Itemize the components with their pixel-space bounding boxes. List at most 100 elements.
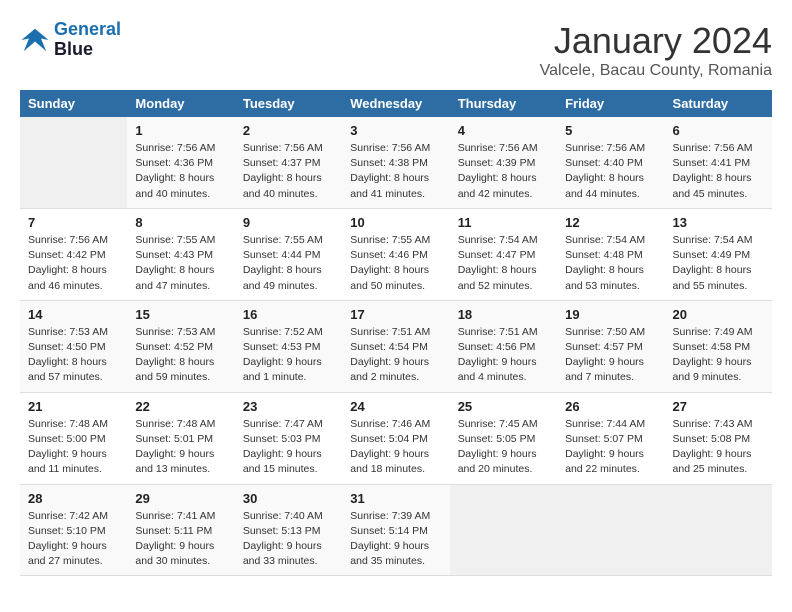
day-number: 16	[243, 307, 334, 322]
day-info: Sunrise: 7:53 AMSunset: 4:52 PMDaylight:…	[135, 325, 226, 386]
day-info: Sunrise: 7:42 AMSunset: 5:10 PMDaylight:…	[28, 509, 119, 570]
day-number: 15	[135, 307, 226, 322]
calendar-cell: 21Sunrise: 7:48 AMSunset: 5:00 PMDayligh…	[20, 392, 127, 484]
day-number: 30	[243, 491, 334, 506]
day-info: Sunrise: 7:51 AMSunset: 4:56 PMDaylight:…	[458, 325, 549, 386]
day-number: 22	[135, 399, 226, 414]
calendar-cell: 20 Sunrise: 7:49 AMSunset: 4:58 PMDayligh…	[665, 300, 772, 392]
header-row: SundayMondayTuesdayWednesdayThursdayFrid…	[20, 90, 772, 117]
calendar-cell: 7 Sunrise: 7:56 AMSunset: 4:42 PMDaylight…	[20, 208, 127, 300]
day-number: 20	[673, 307, 764, 322]
day-info: Sunrise: 7:52 AMSunset: 4:53 PMDaylight:…	[243, 325, 334, 386]
calendar-table: SundayMondayTuesdayWednesdayThursdayFrid…	[20, 90, 772, 576]
day-number: 12	[565, 215, 656, 230]
day-info: Sunrise: 7:56 AMSunset: 4:39 PMDaylight:…	[458, 141, 549, 202]
calendar-cell: 6 Sunrise: 7:56 AMSunset: 4:41 PMDaylight…	[665, 117, 772, 208]
day-number: 23	[243, 399, 334, 414]
calendar-cell: 12Sunrise: 7:54 AMSunset: 4:48 PMDayligh…	[557, 208, 664, 300]
day-number: 18	[458, 307, 549, 322]
day-number: 2	[243, 123, 334, 138]
day-number: 17	[350, 307, 441, 322]
day-info: Sunrise: 7:49 AMSunset: 4:58 PMDaylight:…	[673, 325, 764, 386]
calendar-cell: 3Sunrise: 7:56 AMSunset: 4:38 PMDaylight…	[342, 117, 449, 208]
calendar-cell: 18 Sunrise: 7:51 AMSunset: 4:56 PMDayligh…	[450, 300, 557, 392]
calendar-cell: 28 Sunrise: 7:42 AMSunset: 5:10 PMDayligh…	[20, 484, 127, 576]
day-number: 7	[28, 215, 119, 230]
day-number: 5	[565, 123, 656, 138]
calendar-cell: 11 Sunrise: 7:54 AMSunset: 4:47 PMDayligh…	[450, 208, 557, 300]
header-day-tuesday: Tuesday	[235, 90, 342, 117]
day-number: 24	[350, 399, 441, 414]
calendar-cell: 22 Sunrise: 7:48 AMSunset: 5:01 PMDayligh…	[127, 392, 234, 484]
location: Valcele, Bacau County, Romania	[540, 62, 772, 80]
calendar-cell: 9Sunrise: 7:55 AMSunset: 4:44 PMDaylight…	[235, 208, 342, 300]
day-info: Sunrise: 7:55 AMSunset: 4:44 PMDaylight:…	[243, 233, 334, 294]
calendar-cell: 25 Sunrise: 7:45 AMSunset: 5:05 PMDayligh…	[450, 392, 557, 484]
day-number: 10	[350, 215, 441, 230]
calendar-cell: 14 Sunrise: 7:53 AMSunset: 4:50 PMDayligh…	[20, 300, 127, 392]
month-title: January 2024	[540, 20, 772, 62]
day-number: 11	[458, 215, 549, 230]
day-number: 6	[673, 123, 764, 138]
day-number: 31	[350, 491, 441, 506]
day-info: Sunrise: 7:41 AMSunset: 5:11 PMDaylight:…	[135, 509, 226, 570]
logo: GeneralBlue	[20, 20, 121, 60]
header-day-friday: Friday	[557, 90, 664, 117]
calendar-cell: 17 Sunrise: 7:51 AMSunset: 4:54 PMDayligh…	[342, 300, 449, 392]
day-number: 1	[135, 123, 226, 138]
day-info: Sunrise: 7:48 AMSunset: 5:01 PMDaylight:…	[135, 417, 226, 478]
week-row-2: 7 Sunrise: 7:56 AMSunset: 4:42 PMDaylight…	[20, 208, 772, 300]
calendar-cell: 26Sunrise: 7:44 AMSunset: 5:07 PMDayligh…	[557, 392, 664, 484]
header-day-sunday: Sunday	[20, 90, 127, 117]
day-number: 25	[458, 399, 549, 414]
calendar-cell: 27 Sunrise: 7:43 AMSunset: 5:08 PMDayligh…	[665, 392, 772, 484]
header-day-wednesday: Wednesday	[342, 90, 449, 117]
day-info: Sunrise: 7:51 AMSunset: 4:54 PMDaylight:…	[350, 325, 441, 386]
calendar-cell: 23Sunrise: 7:47 AMSunset: 5:03 PMDayligh…	[235, 392, 342, 484]
logo-icon	[20, 25, 50, 55]
week-row-4: 21Sunrise: 7:48 AMSunset: 5:00 PMDayligh…	[20, 392, 772, 484]
day-number: 19	[565, 307, 656, 322]
day-number: 14	[28, 307, 119, 322]
day-info: Sunrise: 7:45 AMSunset: 5:05 PMDaylight:…	[458, 417, 549, 478]
day-info: Sunrise: 7:46 AMSunset: 5:04 PMDaylight:…	[350, 417, 441, 478]
calendar-cell: 5 Sunrise: 7:56 AMSunset: 4:40 PMDaylight…	[557, 117, 664, 208]
page-header: GeneralBlue January 2024 Valcele, Bacau …	[20, 20, 772, 80]
day-info: Sunrise: 7:40 AMSunset: 5:13 PMDaylight:…	[243, 509, 334, 570]
header-day-thursday: Thursday	[450, 90, 557, 117]
day-number: 29	[135, 491, 226, 506]
title-block: January 2024 Valcele, Bacau County, Roma…	[540, 20, 772, 80]
day-info: Sunrise: 7:56 AMSunset: 4:42 PMDaylight:…	[28, 233, 119, 294]
calendar-cell	[20, 117, 127, 208]
day-info: Sunrise: 7:54 AMSunset: 4:47 PMDaylight:…	[458, 233, 549, 294]
day-info: Sunrise: 7:56 AMSunset: 4:41 PMDaylight:…	[673, 141, 764, 202]
day-info: Sunrise: 7:44 AMSunset: 5:07 PMDaylight:…	[565, 417, 656, 478]
calendar-cell: 19Sunrise: 7:50 AMSunset: 4:57 PMDayligh…	[557, 300, 664, 392]
calendar-cell: 10 Sunrise: 7:55 AMSunset: 4:46 PMDayligh…	[342, 208, 449, 300]
day-info: Sunrise: 7:43 AMSunset: 5:08 PMDaylight:…	[673, 417, 764, 478]
calendar-cell	[557, 484, 664, 576]
calendar-cell: 16 Sunrise: 7:52 AMSunset: 4:53 PMDayligh…	[235, 300, 342, 392]
day-info: Sunrise: 7:54 AMSunset: 4:49 PMDaylight:…	[673, 233, 764, 294]
calendar-cell: 29 Sunrise: 7:41 AMSunset: 5:11 PMDayligh…	[127, 484, 234, 576]
calendar-cell	[450, 484, 557, 576]
day-info: Sunrise: 7:56 AMSunset: 4:40 PMDaylight:…	[565, 141, 656, 202]
day-number: 3	[350, 123, 441, 138]
week-row-5: 28 Sunrise: 7:42 AMSunset: 5:10 PMDayligh…	[20, 484, 772, 576]
day-info: Sunrise: 7:56 AMSunset: 4:36 PMDaylight:…	[135, 141, 226, 202]
day-number: 27	[673, 399, 764, 414]
day-info: Sunrise: 7:53 AMSunset: 4:50 PMDaylight:…	[28, 325, 119, 386]
calendar-cell: 24 Sunrise: 7:46 AMSunset: 5:04 PMDayligh…	[342, 392, 449, 484]
day-number: 13	[673, 215, 764, 230]
logo-text: GeneralBlue	[54, 20, 121, 60]
header-day-monday: Monday	[127, 90, 234, 117]
day-number: 28	[28, 491, 119, 506]
day-info: Sunrise: 7:56 AMSunset: 4:37 PMDaylight:…	[243, 141, 334, 202]
day-info: Sunrise: 7:48 AMSunset: 5:00 PMDaylight:…	[28, 417, 119, 478]
header-day-saturday: Saturday	[665, 90, 772, 117]
calendar-cell: 4Sunrise: 7:56 AMSunset: 4:39 PMDaylight…	[450, 117, 557, 208]
day-info: Sunrise: 7:55 AMSunset: 4:46 PMDaylight:…	[350, 233, 441, 294]
calendar-cell: 2 Sunrise: 7:56 AMSunset: 4:37 PMDaylight…	[235, 117, 342, 208]
calendar-cell: 31Sunrise: 7:39 AMSunset: 5:14 PMDayligh…	[342, 484, 449, 576]
week-row-1: 1 Sunrise: 7:56 AMSunset: 4:36 PMDaylight…	[20, 117, 772, 208]
